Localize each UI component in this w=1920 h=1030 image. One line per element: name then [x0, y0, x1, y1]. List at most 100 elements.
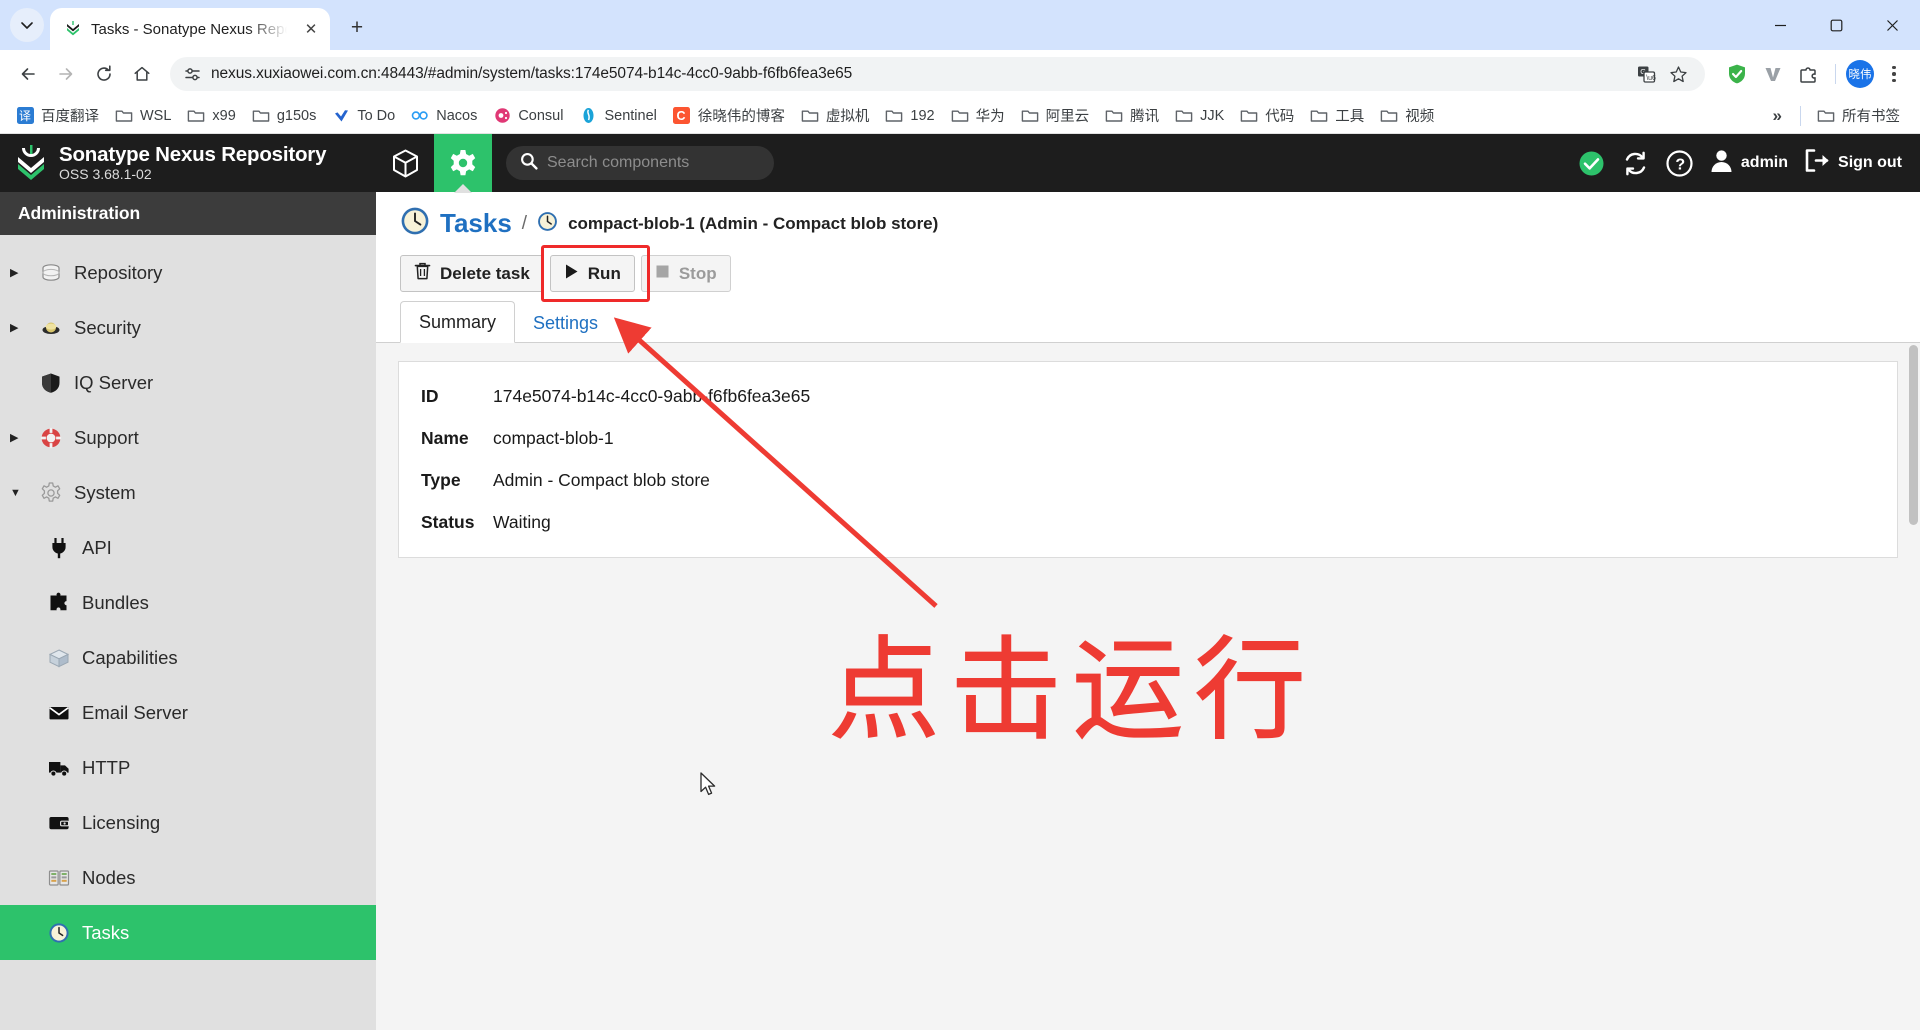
- minimize-button[interactable]: [1752, 0, 1808, 50]
- user-menu[interactable]: admin: [1710, 149, 1788, 178]
- brand-name: Sonatype Nexus Repository: [59, 144, 326, 167]
- bookmark-item[interactable]: C 徐晓伟的博客: [665, 101, 793, 130]
- profile-avatar[interactable]: 晓伟: [1846, 60, 1874, 88]
- page-scrollbar[interactable]: [1906, 343, 1920, 1030]
- chevron-down-icon[interactable]: ▼: [10, 487, 28, 499]
- home-button[interactable]: [124, 56, 160, 92]
- gear-icon: [38, 482, 64, 504]
- bookmark-label: Consul: [518, 108, 563, 124]
- bookmark-item[interactable]: 虚拟机: [793, 101, 878, 130]
- nexus-logo[interactable]: Sonatype Nexus Repository OSS 3.68.1-02: [0, 134, 376, 192]
- sidebar-item-http[interactable]: HTTP: [0, 740, 376, 795]
- refresh-icon[interactable]: [1622, 150, 1649, 177]
- sign-out-button[interactable]: Sign out: [1805, 149, 1902, 177]
- sidebar-item-licensing[interactable]: Licensing: [0, 795, 376, 850]
- chrome-menu-icon[interactable]: [1878, 58, 1910, 90]
- back-button[interactable]: [10, 56, 46, 92]
- forward-button[interactable]: [48, 56, 84, 92]
- reload-button[interactable]: [86, 56, 122, 92]
- site-settings-icon[interactable]: [184, 66, 201, 83]
- brand-version: OSS 3.68.1-02: [59, 167, 326, 183]
- tab-summary[interactable]: Summary: [400, 301, 515, 343]
- breadcrumb-root-label[interactable]: Tasks: [440, 208, 512, 239]
- bookmark-item[interactable]: 代码: [1232, 101, 1302, 130]
- extensions-puzzle-icon[interactable]: [1793, 58, 1825, 90]
- maximize-button[interactable]: [1808, 0, 1864, 50]
- svg-text:?: ?: [1675, 156, 1685, 173]
- sidebar-item-email-server[interactable]: Email Server: [0, 685, 376, 740]
- csdn-icon: C: [673, 107, 691, 125]
- chevron-right-icon[interactable]: ▶: [10, 266, 28, 279]
- all-bookmarks-button[interactable]: 所有书签: [1809, 101, 1908, 130]
- bookmarks-overflow-button[interactable]: »: [1763, 104, 1792, 128]
- detail-row: Name compact-blob-1: [421, 428, 1897, 449]
- tab-title: Tasks - Sonatype Nexus Repo: [91, 21, 291, 38]
- adblock-shield-icon[interactable]: [1721, 58, 1753, 90]
- help-circle-icon[interactable]: ?: [1666, 150, 1693, 177]
- bookmark-item[interactable]: 腾讯: [1097, 101, 1167, 130]
- folder-icon: [1310, 107, 1328, 125]
- sidebar-item-label: Email Server: [82, 702, 188, 724]
- bookmark-item[interactable]: JJK: [1167, 103, 1232, 129]
- bookmark-item[interactable]: g150s: [244, 103, 325, 129]
- window-close-button[interactable]: [1864, 0, 1920, 50]
- chevron-down-icon: [21, 19, 33, 31]
- chevron-right-icon[interactable]: ▶: [10, 321, 28, 334]
- bookmark-item[interactable]: Consul: [485, 103, 571, 129]
- bookmark-item[interactable]: Nacos: [403, 103, 485, 129]
- stop-button[interactable]: Stop: [641, 255, 731, 292]
- sidebar-item-security[interactable]: ▶ Security: [0, 300, 376, 355]
- administration-nav-button[interactable]: [434, 134, 492, 192]
- tab-settings[interactable]: Settings: [515, 303, 616, 343]
- folder-icon: [1105, 107, 1123, 125]
- bookmark-label: 徐晓伟的博客: [698, 105, 785, 126]
- scrollbar-thumb[interactable]: [1909, 345, 1918, 525]
- translate-icon[interactable]: G \u6587: [1631, 59, 1661, 89]
- tab-close-icon[interactable]: ✕: [300, 18, 322, 40]
- sidebar-item-bundles[interactable]: Bundles: [0, 575, 376, 630]
- new-tab-button[interactable]: +: [340, 11, 374, 45]
- user-label: admin: [1741, 154, 1788, 172]
- run-button[interactable]: Run: [550, 255, 635, 292]
- sidebar-item-label: Licensing: [82, 812, 160, 834]
- sidebar-item-repository[interactable]: ▶ Repository: [0, 245, 376, 300]
- bookmarks-divider: [1800, 106, 1801, 126]
- bookmark-item[interactable]: To Do: [324, 103, 403, 129]
- folder-icon: [115, 107, 133, 125]
- delete-task-button[interactable]: Delete task: [400, 255, 544, 292]
- bookmark-item[interactable]: 视频: [1372, 101, 1442, 130]
- bookmark-item[interactable]: x99: [179, 103, 243, 129]
- svg-text:C: C: [677, 109, 686, 123]
- admin-sidebar: Administration ▶ Repository ▶: [0, 192, 376, 1030]
- bookmark-star-icon[interactable]: [1663, 59, 1693, 89]
- bookmark-item[interactable]: 阿里云: [1013, 101, 1098, 130]
- sidebar-title: Administration: [0, 192, 376, 235]
- sidebar-item-nodes[interactable]: Nodes: [0, 850, 376, 905]
- address-bar[interactable]: nexus.xuxiaowei.com.cn:48443/#admin/syst…: [170, 57, 1705, 91]
- bookmark-label: To Do: [357, 108, 395, 124]
- sidebar-item-label: System: [74, 482, 136, 504]
- vimium-v-icon[interactable]: [1757, 58, 1789, 90]
- search-components-input[interactable]: Search components: [506, 146, 774, 180]
- sidebar-item-capabilities[interactable]: Capabilities: [0, 630, 376, 685]
- sidebar-item-support[interactable]: ▶ Support: [0, 410, 376, 465]
- bookmark-item[interactable]: 192: [877, 103, 942, 129]
- tab-search-button[interactable]: [10, 8, 44, 42]
- baidu-translate-icon: 译: [16, 107, 34, 125]
- sidebar-item-system[interactable]: ▼ System: [0, 465, 376, 520]
- bookmark-item[interactable]: Sentinel: [571, 103, 664, 129]
- bookmark-item[interactable]: 华为: [943, 101, 1013, 130]
- bookmark-label: WSL: [140, 108, 171, 124]
- breadcrumb: Tasks / compact-blob-1 (Admin - Compact …: [376, 192, 1920, 251]
- sidebar-item-tasks[interactable]: Tasks: [0, 905, 376, 960]
- nodes-icon: [46, 867, 72, 889]
- sidebar-item-api[interactable]: API: [0, 520, 376, 575]
- browser-tab[interactable]: Tasks - Sonatype Nexus Repo ✕: [50, 8, 330, 50]
- sidebar-item-iq-server[interactable]: IQ Server: [0, 355, 376, 410]
- bookmark-item[interactable]: 译 百度翻译: [8, 101, 107, 130]
- bookmark-item[interactable]: WSL: [107, 103, 179, 129]
- browse-nav-button[interactable]: [376, 134, 434, 192]
- chevron-right-icon[interactable]: ▶: [10, 431, 28, 444]
- bookmark-item[interactable]: 工具: [1302, 101, 1372, 130]
- health-check-ok-icon[interactable]: [1578, 150, 1605, 177]
